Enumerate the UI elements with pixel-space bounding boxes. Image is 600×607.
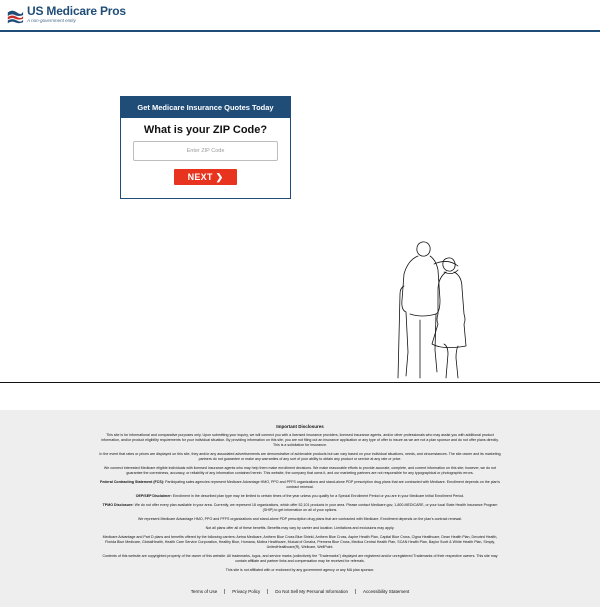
disclosures-title: Important Disclosures	[276, 424, 324, 429]
disclosures-footer: Important Disclosures This site is for i…	[0, 410, 600, 607]
flag-mark-icon	[7, 10, 24, 24]
brand-name: US Medicare Pros	[27, 4, 126, 18]
brand-logo[interactable]: US Medicare Pros A non-government entity	[6, 5, 126, 27]
oep-disclosure: OEP/SEP Disclaimer: Enrollment in the de…	[98, 494, 502, 499]
disclosure-paragraph: This site is not affiliated with or endo…	[225, 568, 375, 572]
brand-tagline: A non-government entity	[27, 18, 76, 23]
oep-label: OEP/SEP Disclaimer:	[135, 494, 172, 498]
disclosure-paragraph: We represent Medicare Advantage HMO, PPO…	[138, 517, 462, 521]
zip-code-input[interactable]	[133, 141, 278, 161]
fcs-text: Participating sales agencies represent M…	[165, 480, 500, 489]
site-header: US Medicare Pros A non-government entity	[0, 0, 600, 32]
disclosure-paragraph: This site is for informational and compa…	[101, 433, 499, 447]
quote-form-card: Get Medicare Insurance Quotes Today What…	[120, 96, 291, 199]
elderly-couple-illustration	[397, 241, 467, 379]
next-button[interactable]: NEXT ❯	[174, 169, 237, 185]
disclosure-paragraph: In the event that rates or prices are di…	[99, 452, 501, 461]
terms-link[interactable]: Terms of Use	[184, 589, 225, 594]
footer-links: Terms of Use Privacy Policy Do Not Sell …	[0, 589, 600, 594]
tpmo-label: TPMO Disclosure:	[102, 503, 134, 507]
fcs-label: Federal Contracting Statement (FCS):	[100, 480, 165, 484]
disclosure-paragraph: Not all plans offer all of these benefit…	[205, 526, 395, 530]
accessibility-link[interactable]: Accessibility Statement	[356, 589, 416, 594]
tpmo-text: We do not offer every plan available in …	[134, 503, 498, 512]
zip-question: What is your ZIP Code?	[143, 124, 268, 136]
fcs-disclosure: Federal Contracting Statement (FCS): Par…	[98, 480, 502, 490]
disclosures-body: This site is for informational and compa…	[0, 433, 600, 573]
disclosure-paragraph: Contents of this website are copyrighted…	[102, 554, 498, 563]
quote-card-heading: Get Medicare Insurance Quotes Today	[121, 97, 290, 118]
do-not-sell-link[interactable]: Do Not Sell My Personal Information	[268, 589, 355, 594]
disclosure-paragraph: We connect interested Medicare eligible …	[103, 466, 497, 475]
ground-line	[0, 382, 600, 383]
privacy-link[interactable]: Privacy Policy	[225, 589, 267, 594]
oep-text: Enrollment in the described plan type ma…	[172, 494, 465, 498]
tpmo-disclosure: TPMO Disclosure: We do not offer every p…	[98, 503, 502, 513]
disclosure-paragraph: Medicare Advantage and Part D plans and …	[102, 535, 498, 549]
